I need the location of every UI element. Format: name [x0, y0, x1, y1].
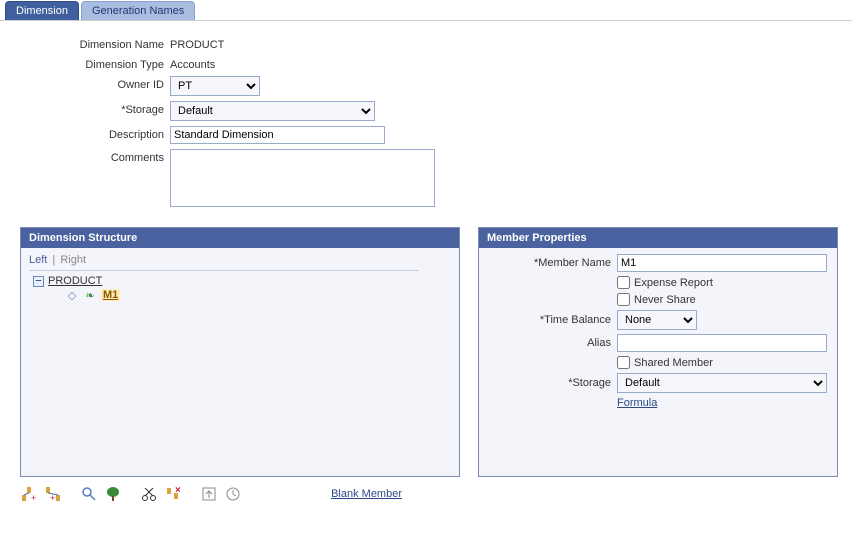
add-sibling-icon[interactable]: + — [20, 485, 38, 503]
tree-root-row: − PRODUCT — [33, 275, 451, 287]
member-properties-title: Member Properties — [479, 228, 837, 248]
dimension-structure-title: Dimension Structure — [21, 228, 459, 248]
member-storage-select[interactable]: Default — [617, 373, 827, 393]
tag-icon: ◇ — [65, 289, 79, 301]
shared-member-label: Shared Member — [634, 357, 713, 369]
dimension-type-value: Accounts — [170, 56, 215, 71]
description-input[interactable] — [170, 126, 385, 144]
svg-text:+: + — [50, 493, 55, 502]
tree-scroll-links: Left | Right — [29, 254, 419, 271]
owner-id-select[interactable]: PT — [170, 76, 260, 96]
never-share-label: Never Share — [634, 294, 696, 306]
member-name-label: *Member Name — [487, 257, 617, 269]
svg-text:×: × — [175, 486, 181, 496]
time-balance-select[interactable]: None — [617, 310, 697, 330]
storage-select[interactable]: Default — [170, 101, 375, 121]
expense-report-checkbox[interactable] — [617, 276, 630, 289]
member-name-input[interactable] — [617, 254, 827, 272]
tab-dimension[interactable]: Dimension — [5, 1, 79, 20]
dimension-type-label: Dimension Type — [20, 56, 170, 71]
expand-tree-icon[interactable] — [104, 485, 122, 503]
panels-row: Dimension Structure Left | Right − PRODU… — [0, 227, 852, 477]
comments-textarea[interactable] — [170, 149, 435, 207]
tree-root-node[interactable]: PRODUCT — [48, 275, 102, 287]
export-icon[interactable] — [200, 485, 218, 503]
time-balance-label: *Time Balance — [487, 314, 617, 326]
member-storage-label: *Storage — [487, 377, 617, 389]
history-icon[interactable] — [224, 485, 242, 503]
dimension-name-label: Dimension Name — [20, 36, 170, 51]
svg-text:+: + — [31, 493, 36, 502]
tab-strip: Dimension Generation Names — [0, 0, 852, 21]
never-share-checkbox[interactable] — [617, 293, 630, 306]
tree-left-link[interactable]: Left — [29, 254, 47, 266]
dimension-form: Dimension Name PRODUCT Dimension Type Ac… — [0, 21, 852, 227]
tree-child-node[interactable]: M1 — [101, 289, 120, 301]
alias-label: Alias — [487, 337, 617, 349]
tree-right-link[interactable]: Right — [60, 254, 86, 266]
tree-links-sep: | — [52, 254, 55, 266]
alias-input[interactable] — [617, 334, 827, 352]
structure-toolbar: + + × Blank Member — [0, 477, 852, 515]
description-label: Description — [20, 126, 170, 141]
cut-icon[interactable] — [140, 485, 158, 503]
delete-member-icon[interactable]: × — [164, 485, 182, 503]
member-properties-panel: Member Properties *Member Name Expense R… — [478, 227, 838, 477]
comments-label: Comments — [20, 149, 170, 164]
tab-generation-names[interactable]: Generation Names — [81, 1, 195, 20]
tree-child-row: ◇ ❧ M1 — [65, 289, 451, 301]
collapse-icon[interactable]: − — [33, 276, 44, 287]
leaf-icon: ❧ — [83, 289, 97, 301]
formula-link[interactable]: Formula — [617, 397, 657, 409]
add-child-icon[interactable]: + — [44, 485, 62, 503]
owner-id-label: Owner ID — [20, 76, 170, 91]
dimension-name-value: PRODUCT — [170, 36, 224, 51]
storage-label: *Storage — [20, 101, 170, 116]
search-tree-icon[interactable] — [80, 485, 98, 503]
blank-member-link[interactable]: Blank Member — [331, 488, 402, 500]
dimension-structure-panel: Dimension Structure Left | Right − PRODU… — [20, 227, 460, 477]
expense-report-label: Expense Report — [634, 277, 713, 289]
shared-member-checkbox[interactable] — [617, 356, 630, 369]
